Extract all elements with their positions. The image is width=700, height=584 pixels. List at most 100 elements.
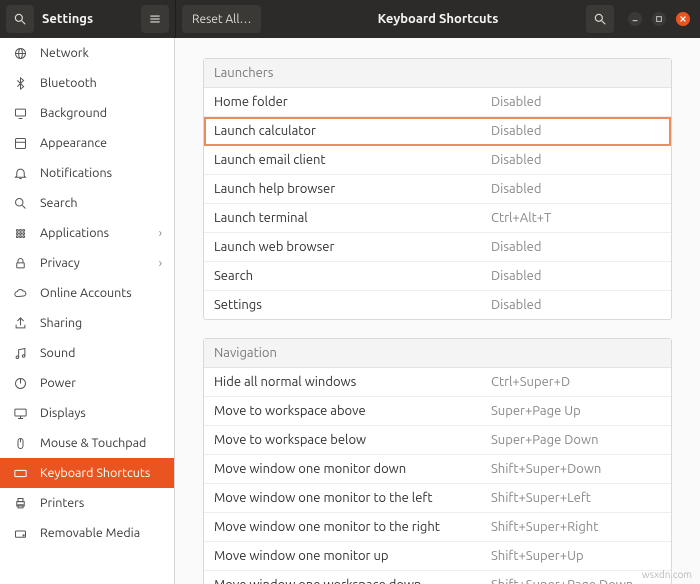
shortcut-name: Move window one workspace down xyxy=(214,578,491,584)
shortcut-row[interactable]: Launch terminalCtrl+Alt+T xyxy=(204,204,671,233)
shortcut-row[interactable]: Move window one monitor to the rightShif… xyxy=(204,513,671,542)
sidebar-item-label: Notifications xyxy=(40,166,162,180)
sidebar-item-online-accounts[interactable]: Online Accounts xyxy=(0,278,174,308)
sidebar-item-applications[interactable]: Applications› xyxy=(0,218,174,248)
sidebar-item-label: Appearance xyxy=(40,136,162,150)
window-minimize[interactable] xyxy=(628,12,642,26)
share-icon xyxy=(12,315,28,331)
shortcut-row[interactable]: Move to workspace aboveSuper+Page Up xyxy=(204,397,671,426)
music-icon xyxy=(12,345,28,361)
sidebar-item-label: Sound xyxy=(40,346,162,360)
shortcut-row[interactable]: SettingsDisabled xyxy=(204,291,671,319)
shortcut-row[interactable]: Launch web browserDisabled xyxy=(204,233,671,262)
sidebar-item-notifications[interactable]: Notifications xyxy=(0,158,174,188)
sidebar-item-label: Sharing xyxy=(40,316,162,330)
hamburger-menu-button[interactable] xyxy=(141,5,169,33)
shortcut-name: Home folder xyxy=(214,95,491,109)
shortcut-row[interactable]: Hide all normal windowsCtrl+Super+D xyxy=(204,368,671,397)
group-header: Launchers xyxy=(204,59,671,88)
shortcut-row[interactable]: SearchDisabled xyxy=(204,262,671,291)
drive-icon xyxy=(12,525,28,541)
shortcut-row[interactable]: Launch help browserDisabled xyxy=(204,175,671,204)
sidebar-item-label: Power xyxy=(40,376,162,390)
lock-icon xyxy=(12,255,28,271)
sidebar-item-keyboard[interactable]: Keyboard Shortcuts xyxy=(0,458,174,488)
sidebar-item-label: Search xyxy=(40,196,162,210)
sidebar-item-label: Removable Media xyxy=(40,526,162,540)
sidebar-item-bluetooth[interactable]: Bluetooth xyxy=(0,68,174,98)
reset-all-button[interactable]: Reset All… xyxy=(182,5,261,33)
mouse-icon xyxy=(12,435,28,451)
shortcut-accel: Disabled xyxy=(491,298,661,312)
shortcut-name: Hide all normal windows xyxy=(214,375,491,389)
bluetooth-icon xyxy=(12,75,28,91)
shortcut-row[interactable]: Move to workspace belowSuper+Page Down xyxy=(204,426,671,455)
sidebar-item-search[interactable]: Search xyxy=(0,188,174,218)
monitor-icon xyxy=(12,405,28,421)
sidebar-item-network[interactable]: Network xyxy=(0,38,174,68)
sidebar-item-label: Applications xyxy=(40,226,147,240)
shortcut-accel: Disabled xyxy=(491,182,661,196)
sidebar-item-sharing[interactable]: Sharing xyxy=(0,308,174,338)
shortcut-row[interactable]: Move window one monitor downShift+Super+… xyxy=(204,455,671,484)
shortcut-name: Search xyxy=(214,269,491,283)
shortcut-row[interactable]: Move window one workspace downShift+Supe… xyxy=(204,571,671,584)
shortcut-row[interactable]: Launch email clientDisabled xyxy=(204,146,671,175)
panel-title: Keyboard Shortcuts xyxy=(378,12,499,26)
shortcut-accel: Disabled xyxy=(491,269,661,283)
sidebar-item-label: Online Accounts xyxy=(40,286,162,300)
sidebar-item-label: Privacy xyxy=(40,256,147,270)
panel-search-button[interactable] xyxy=(586,5,614,33)
shortcut-accel: Ctrl+Alt+T xyxy=(491,211,661,225)
sidebar-search-button[interactable] xyxy=(6,5,34,33)
sidebar-item-label: Background xyxy=(40,106,162,120)
sidebar-item-sound[interactable]: Sound xyxy=(0,338,174,368)
shortcut-group: NavigationHide all normal windowsCtrl+Su… xyxy=(203,338,672,584)
chevron-right-icon: › xyxy=(159,257,162,270)
shortcut-row[interactable]: Launch calculatorDisabled xyxy=(204,117,671,146)
sidebar-item-removable[interactable]: Removable Media xyxy=(0,518,174,548)
shortcut-row[interactable]: Home folderDisabled xyxy=(204,88,671,117)
shortcut-accel: Shift+Super+Right xyxy=(491,520,661,534)
sidebar-item-power[interactable]: Power xyxy=(0,368,174,398)
shortcut-accel: Super+Page Down xyxy=(491,433,661,447)
content-area: LaunchersHome folderDisabledLaunch calcu… xyxy=(175,38,700,584)
printer-icon xyxy=(12,495,28,511)
shortcut-row[interactable]: Move window one monitor upShift+Super+Up xyxy=(204,542,671,571)
sidebar-item-printers[interactable]: Printers xyxy=(0,488,174,518)
sidebar-item-label: Printers xyxy=(40,496,162,510)
sidebar-item-appearance[interactable]: Appearance xyxy=(0,128,174,158)
sidebar-item-mouse[interactable]: Mouse & Touchpad xyxy=(0,428,174,458)
window-maximize[interactable] xyxy=(652,12,666,26)
shortcut-name: Launch calculator xyxy=(214,124,491,138)
shortcut-accel: Disabled xyxy=(491,153,661,167)
shortcut-name: Settings xyxy=(214,298,491,312)
globe-icon xyxy=(12,45,28,61)
power-icon xyxy=(12,375,28,391)
keyboard-icon xyxy=(12,465,28,481)
shortcut-name: Move window one monitor to the left xyxy=(214,491,491,505)
sidebar-item-label: Bluetooth xyxy=(40,76,162,90)
shortcut-group: LaunchersHome folderDisabledLaunch calcu… xyxy=(203,58,672,320)
sidebar-item-label: Keyboard Shortcuts xyxy=(40,466,162,480)
shortcut-name: Launch help browser xyxy=(214,182,491,196)
sidebar-item-background[interactable]: Background xyxy=(0,98,174,128)
shortcut-row[interactable]: Move window one monitor to the leftShift… xyxy=(204,484,671,513)
sidebar-item-privacy[interactable]: Privacy › xyxy=(0,248,174,278)
shortcut-name: Move to workspace below xyxy=(214,433,491,447)
shortcut-name: Move window one monitor up xyxy=(214,549,491,563)
shortcut-accel: Shift+Super+Page Down xyxy=(491,578,661,584)
shortcut-name: Move window one monitor to the right xyxy=(214,520,491,534)
grid-icon xyxy=(12,225,28,241)
sidebar-item-label: Network xyxy=(40,46,162,60)
watermark: wsxdn.com xyxy=(642,569,692,580)
shortcut-accel: Disabled xyxy=(491,240,661,254)
shortcut-accel: Shift+Super+Down xyxy=(491,462,661,476)
app-title: Settings xyxy=(42,12,93,26)
cloud-icon xyxy=(12,285,28,301)
bell-icon xyxy=(12,165,28,181)
window-close[interactable] xyxy=(676,12,690,26)
sidebar-item-displays[interactable]: Displays xyxy=(0,398,174,428)
shortcut-accel: Shift+Super+Left xyxy=(491,491,661,505)
sidebar-item-label: Displays xyxy=(40,406,162,420)
